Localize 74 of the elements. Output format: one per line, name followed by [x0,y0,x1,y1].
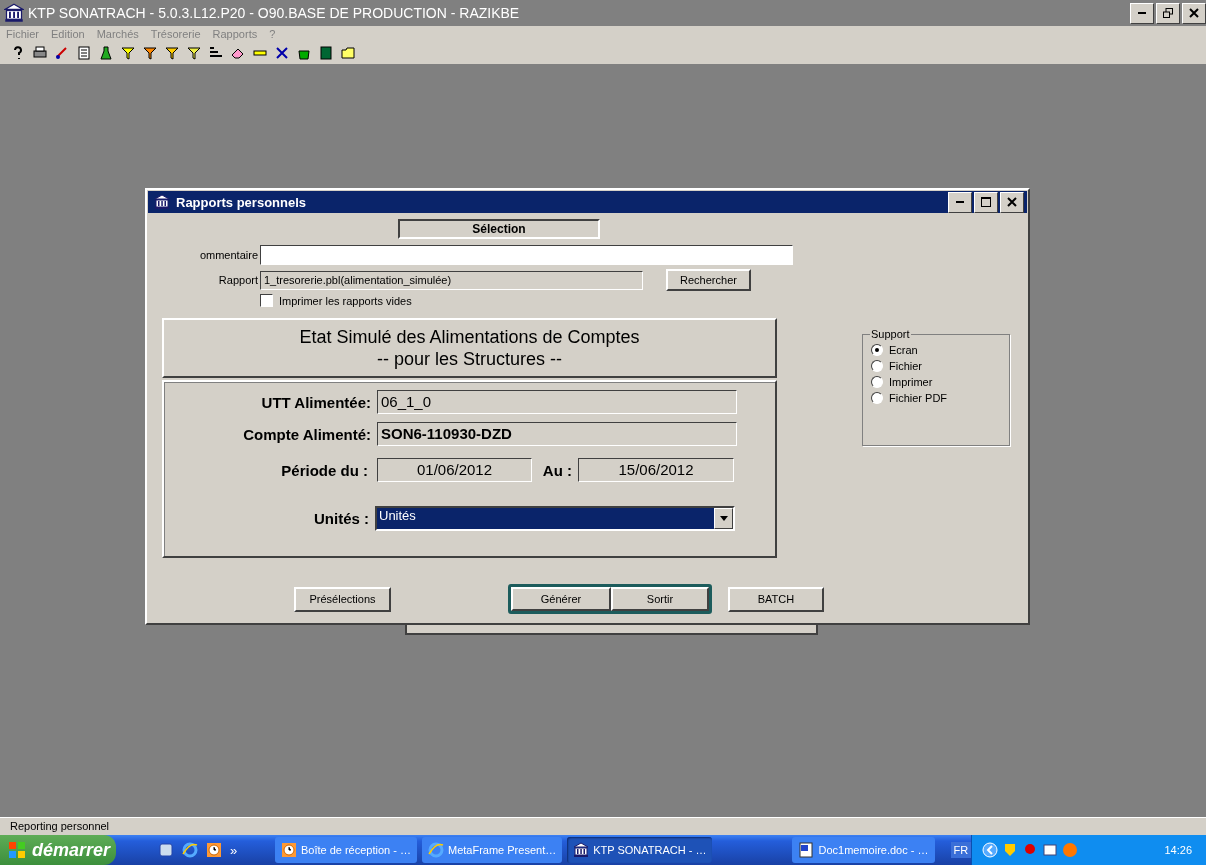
minimize-icon [956,201,964,203]
radio-button[interactable] [871,392,883,404]
field-label: Rapport [217,274,258,286]
maximize-icon [981,197,991,207]
maximize-button[interactable] [974,191,998,213]
taskbar-button[interactable]: Boîte de réception - … [274,837,417,863]
clock: 14:26 [1164,844,1192,856]
clock-icon [280,842,297,858]
field-label: Période du : [280,461,368,479]
windows-flag-icon [8,841,26,859]
building-icon [4,3,24,23]
taskbar-button[interactable]: MetaFrame Present… [422,837,563,863]
radio-button[interactable] [871,360,883,372]
checkbox-label: Imprimer les rapports vides [279,294,412,307]
status-bar: Reporting personnel [0,817,1206,835]
checkbox[interactable] [260,294,273,307]
report-field[interactable]: 1_tresorerie.pbl(alimentation_simulée) [260,270,643,290]
printer-icon[interactable] [32,45,48,61]
field-label: UTT Alimentée: [260,393,371,411]
filter-icon[interactable] [120,45,136,61]
taskbar-button[interactable]: KTP SONATRACH - … [567,837,713,863]
field-label: ommentaire [198,249,258,261]
minimize-icon [1138,12,1146,14]
filter-icon[interactable] [142,45,158,61]
building-icon [154,194,170,210]
browser-icon [428,842,444,858]
more-chevron[interactable]: » [230,842,238,858]
flask-icon[interactable] [98,45,114,61]
restore-icon [1163,8,1173,18]
radio-label: Fichier [889,360,922,372]
folder-icon[interactable] [340,45,356,61]
comment-field[interactable] [260,245,793,265]
filter-icon[interactable] [164,45,180,61]
building-icon [573,842,590,858]
preselections-button[interactable]: Présélections [294,586,391,612]
dialog-title: Rapports personnels [176,194,308,210]
generate-button[interactable]: Générer [511,587,611,611]
radio-button[interactable] [871,344,883,356]
restore-button[interactable] [1156,2,1180,24]
date-field[interactable]: 01/06/2012 [377,458,532,482]
desktop-icon [158,842,175,858]
language-indicator[interactable]: FR [950,842,972,858]
field-label: Au : [541,461,572,479]
document-icon [798,842,815,858]
radio-label: Fichier PDF [889,392,948,404]
search-button[interactable]: Rechercher [666,269,751,291]
field-label: Unités : [313,510,369,527]
document-icon[interactable] [76,45,92,61]
browser-icon [182,842,199,858]
radio-button[interactable] [871,376,883,388]
minimize-button[interactable] [948,191,972,213]
account-field[interactable]: SON6-110930-DZD [377,422,737,446]
date-field[interactable]: 15/06/2012 [578,458,734,482]
units-dropdown[interactable]: Unités [375,506,735,531]
batch-button[interactable]: BATCH [728,586,824,612]
window-title: KTP SONATRACH - 5.0.3.L12.P20 - O90.BASE DE PRODUCTION - RAZIKBE [28,5,521,21]
radio-label: Imprimer [889,376,933,388]
clock-icon [206,842,223,858]
utt-field[interactable]: 06_1_0 [377,390,737,414]
filter-icon[interactable] [186,45,202,61]
caret-icon [719,516,728,521]
radio-dot-icon [875,348,879,352]
minimize-button[interactable] [1130,2,1154,24]
group-label: Support [870,328,911,340]
close-button[interactable] [1000,191,1024,213]
exit-button[interactable]: Sortir [611,587,709,611]
field-label: Compte Alimenté: [242,425,371,443]
close-icon [1007,197,1017,207]
radio-label: Ecran [889,344,918,356]
report-title: -- pour les Structures -- [376,348,562,370]
close-button[interactable] [1182,2,1206,24]
report-title: Etat Simulé des Alimentations de Comptes [299,326,640,348]
taskbar-button[interactable]: Doc1memoire.doc - … [792,837,935,863]
close-icon [1189,8,1199,18]
